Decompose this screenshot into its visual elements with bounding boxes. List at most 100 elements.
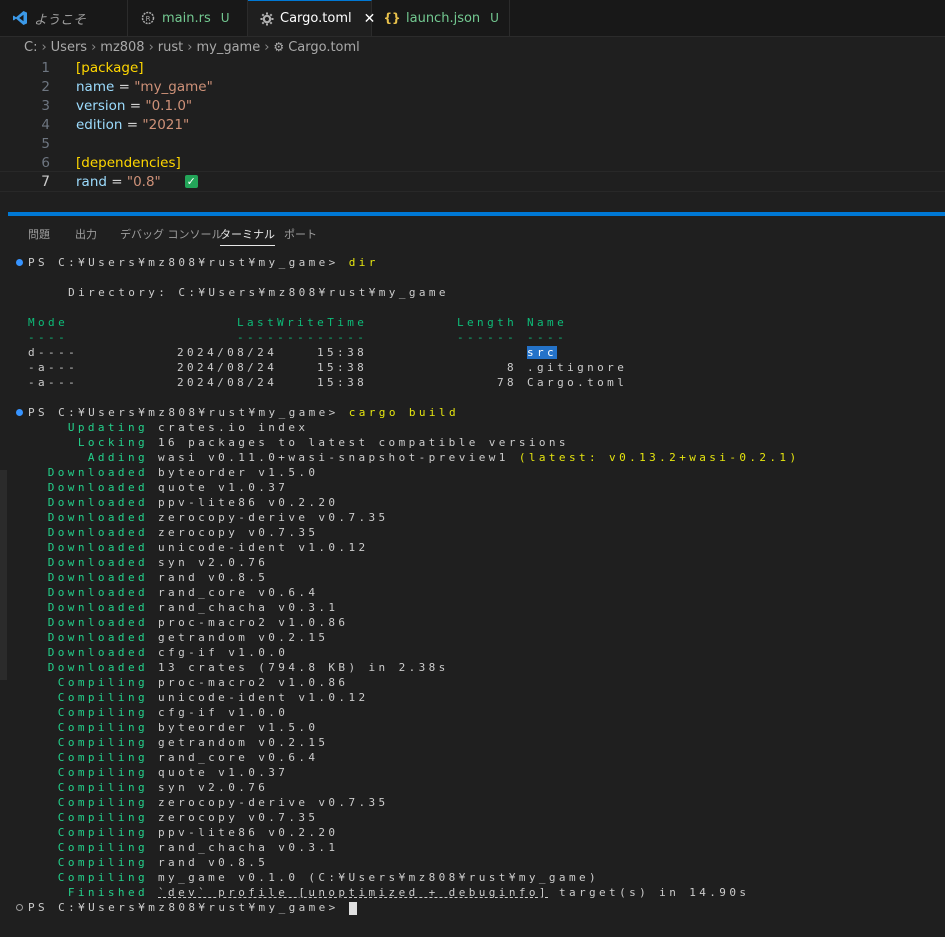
tab-terminal[interactable]: ターミナル — [220, 226, 275, 246]
cargo-status-tag: Compiling — [57, 841, 148, 854]
code-line: 5 — [0, 134, 945, 153]
tab-label: Cargo.toml — [280, 11, 352, 26]
cargo-message: 13 crates (794.8 KB) in 2.38s — [158, 661, 449, 674]
cargo-message: wasi v0.11.0+wasi-snapshot-preview1 — [158, 451, 519, 464]
col-header-mode: Mode — [28, 316, 69, 329]
cargo-output-line: Compiling syn v2.0.76 — [28, 780, 268, 795]
svg-text:R: R — [146, 15, 151, 23]
cargo-status-tag: Downloaded — [47, 541, 148, 554]
command-pending-icon[interactable] — [16, 904, 23, 911]
cargo-status-tag: Locking — [77, 436, 148, 449]
tab-label: ようこそ — [34, 12, 87, 28]
cargo-output-line: Downloaded zerocopy-derive v0.7.35 — [28, 510, 389, 525]
cargo-status-tag: Downloaded — [47, 496, 148, 509]
scrollbar-gutter — [0, 470, 7, 680]
tab-cargo-toml[interactable]: Cargo.toml ✕ — [248, 0, 375, 36]
cargo-output-line: Compiling proc-macro2 v1.0.86 — [28, 675, 348, 690]
untracked-badge: U — [220, 11, 230, 25]
toml-eq: = — [106, 173, 127, 190]
terminal-line: Directory: C:¥Users¥mz808¥rust¥my_game — [28, 286, 449, 299]
cargo-message: zerocopy-derive v0.7.35 — [158, 796, 389, 809]
cargo-output-line: Downloaded byteorder v1.5.0 — [28, 465, 318, 480]
tab-label: main.rs — [162, 10, 211, 26]
breadcrumb-item[interactable]: Cargo.toml — [288, 40, 360, 55]
cargo-status-tag: Downloaded — [47, 526, 148, 539]
line-number: 6 — [41, 154, 50, 171]
col-underline: ------------- — [237, 331, 368, 344]
tab-problems[interactable]: 問題 — [28, 226, 50, 242]
toml-value: "2021" — [142, 116, 190, 133]
cargo-output-line: Finished `dev` profile [unoptimized + de… — [28, 885, 749, 900]
command: dir — [348, 256, 379, 269]
cargo-output-line: Downloaded proc-macro2 v1.0.86 — [28, 615, 348, 630]
code-editor[interactable]: 1 [package] 2 name = "my_game" 3 version… — [0, 58, 945, 212]
row-time: 15:38 — [317, 346, 368, 359]
cargo-message: crates.io index — [158, 421, 309, 434]
line-number: 5 — [41, 135, 50, 152]
cargo-output-line: Downloaded syn v2.0.76 — [28, 555, 268, 570]
code-line: 2 name = "my_game" — [0, 77, 945, 96]
cargo-output-line: Locking 16 packages to latest compatible… — [28, 435, 569, 450]
command-success-icon[interactable] — [16, 259, 23, 266]
cargo-output-line: Compiling quote v1.0.37 — [28, 765, 288, 780]
section-header: [dependencies] — [76, 154, 181, 171]
code-line-current: 7 rand = "0.8" ✓ — [0, 171, 945, 192]
cargo-message: syn v2.0.76 — [158, 556, 269, 569]
panel-tab-bar: 問題 出力 デバッグ コンソール ターミナル ポート — [0, 216, 945, 248]
cargo-output-line: Downloaded quote v1.0.37 — [28, 480, 288, 495]
cargo-output-line: Updating crates.io index — [28, 420, 308, 435]
chevron-right-icon: › — [91, 39, 97, 55]
cargo-output-line: Compiling cfg-if v1.0.0 — [28, 705, 288, 720]
toml-value: "0.1.0" — [145, 97, 193, 114]
row-name-selected[interactable]: src — [527, 346, 558, 359]
tab-launch-json[interactable]: {} launch.json U — [372, 0, 510, 36]
cargo-output-line: Compiling zerocopy-derive v0.7.35 — [28, 795, 389, 810]
cargo-output-line: Downloaded rand v0.8.5 — [28, 570, 268, 585]
section-header: [package] — [76, 59, 144, 76]
cargo-message: quote v1.0.37 — [158, 481, 289, 494]
tab-main-rs[interactable]: R main.rs U — [128, 0, 248, 36]
cargo-status-tag: Compiling — [57, 751, 148, 764]
cargo-status-tag: Downloaded — [47, 586, 148, 599]
terminal-line: PS C:¥Users¥mz808¥rust¥my_game> — [28, 900, 357, 915]
cargo-output-line: Compiling unicode-ident v1.0.12 — [28, 690, 369, 705]
tab-label: launch.json — [406, 10, 481, 26]
toml-key: edition — [76, 116, 123, 133]
check-icon[interactable]: ✓ — [184, 175, 198, 188]
breadcrumb-item[interactable]: Users — [51, 40, 87, 55]
col-header-length: Length — [457, 316, 518, 329]
tab-ports[interactable]: ポート — [284, 226, 317, 242]
breadcrumb-item[interactable]: rust — [158, 40, 183, 55]
col-header-name: Name — [527, 316, 568, 329]
rust-icon: R — [140, 10, 156, 26]
toml-value: "my_game" — [134, 78, 213, 95]
cargo-message: getrandom v0.2.15 — [158, 631, 329, 644]
cargo-output-line: Compiling rand v0.8.5 — [28, 855, 268, 870]
cargo-message: syn v2.0.76 — [158, 781, 269, 794]
row-date: 2024/08/24 — [177, 361, 278, 374]
command-success-icon[interactable] — [16, 409, 23, 416]
tab-debug-console[interactable]: デバッグ コンソール — [120, 226, 223, 242]
cargo-output-line: Compiling getrandom v0.2.15 — [28, 735, 328, 750]
toml-key: rand — [76, 173, 107, 190]
terminal-line: PS C:¥Users¥mz808¥rust¥my_game> cargo bu… — [28, 405, 459, 420]
line-number: 4 — [41, 116, 50, 133]
cargo-output-line: Downloaded 13 crates (794.8 KB) in 2.38s — [28, 660, 449, 675]
cargo-status-tag: Downloaded — [47, 556, 148, 569]
col-underline: ------ — [457, 331, 518, 344]
cargo-message: proc-macro2 v1.0.86 — [158, 616, 349, 629]
toml-eq: = — [122, 116, 143, 133]
cargo-status-tag: Compiling — [57, 736, 148, 749]
breadcrumb-item[interactable]: mz808 — [100, 40, 144, 55]
cargo-message: unicode-ident v1.0.12 — [158, 691, 369, 704]
code-line: 6 [dependencies] — [0, 153, 945, 172]
cargo-message: rand_core v0.6.4 — [158, 751, 319, 764]
tab-output[interactable]: 出力 — [75, 226, 97, 242]
cargo-status-tag: Compiling — [57, 856, 148, 869]
breadcrumb-item[interactable]: my_game — [196, 40, 260, 55]
tab-welcome[interactable]: ようこそ — [0, 0, 128, 36]
chevron-right-icon: › — [264, 39, 270, 55]
cargo-message: rand_chacha v0.3.1 — [158, 841, 339, 854]
cargo-status-tag: Downloaded — [47, 466, 148, 479]
breadcrumb-item[interactable]: C: — [24, 40, 37, 55]
